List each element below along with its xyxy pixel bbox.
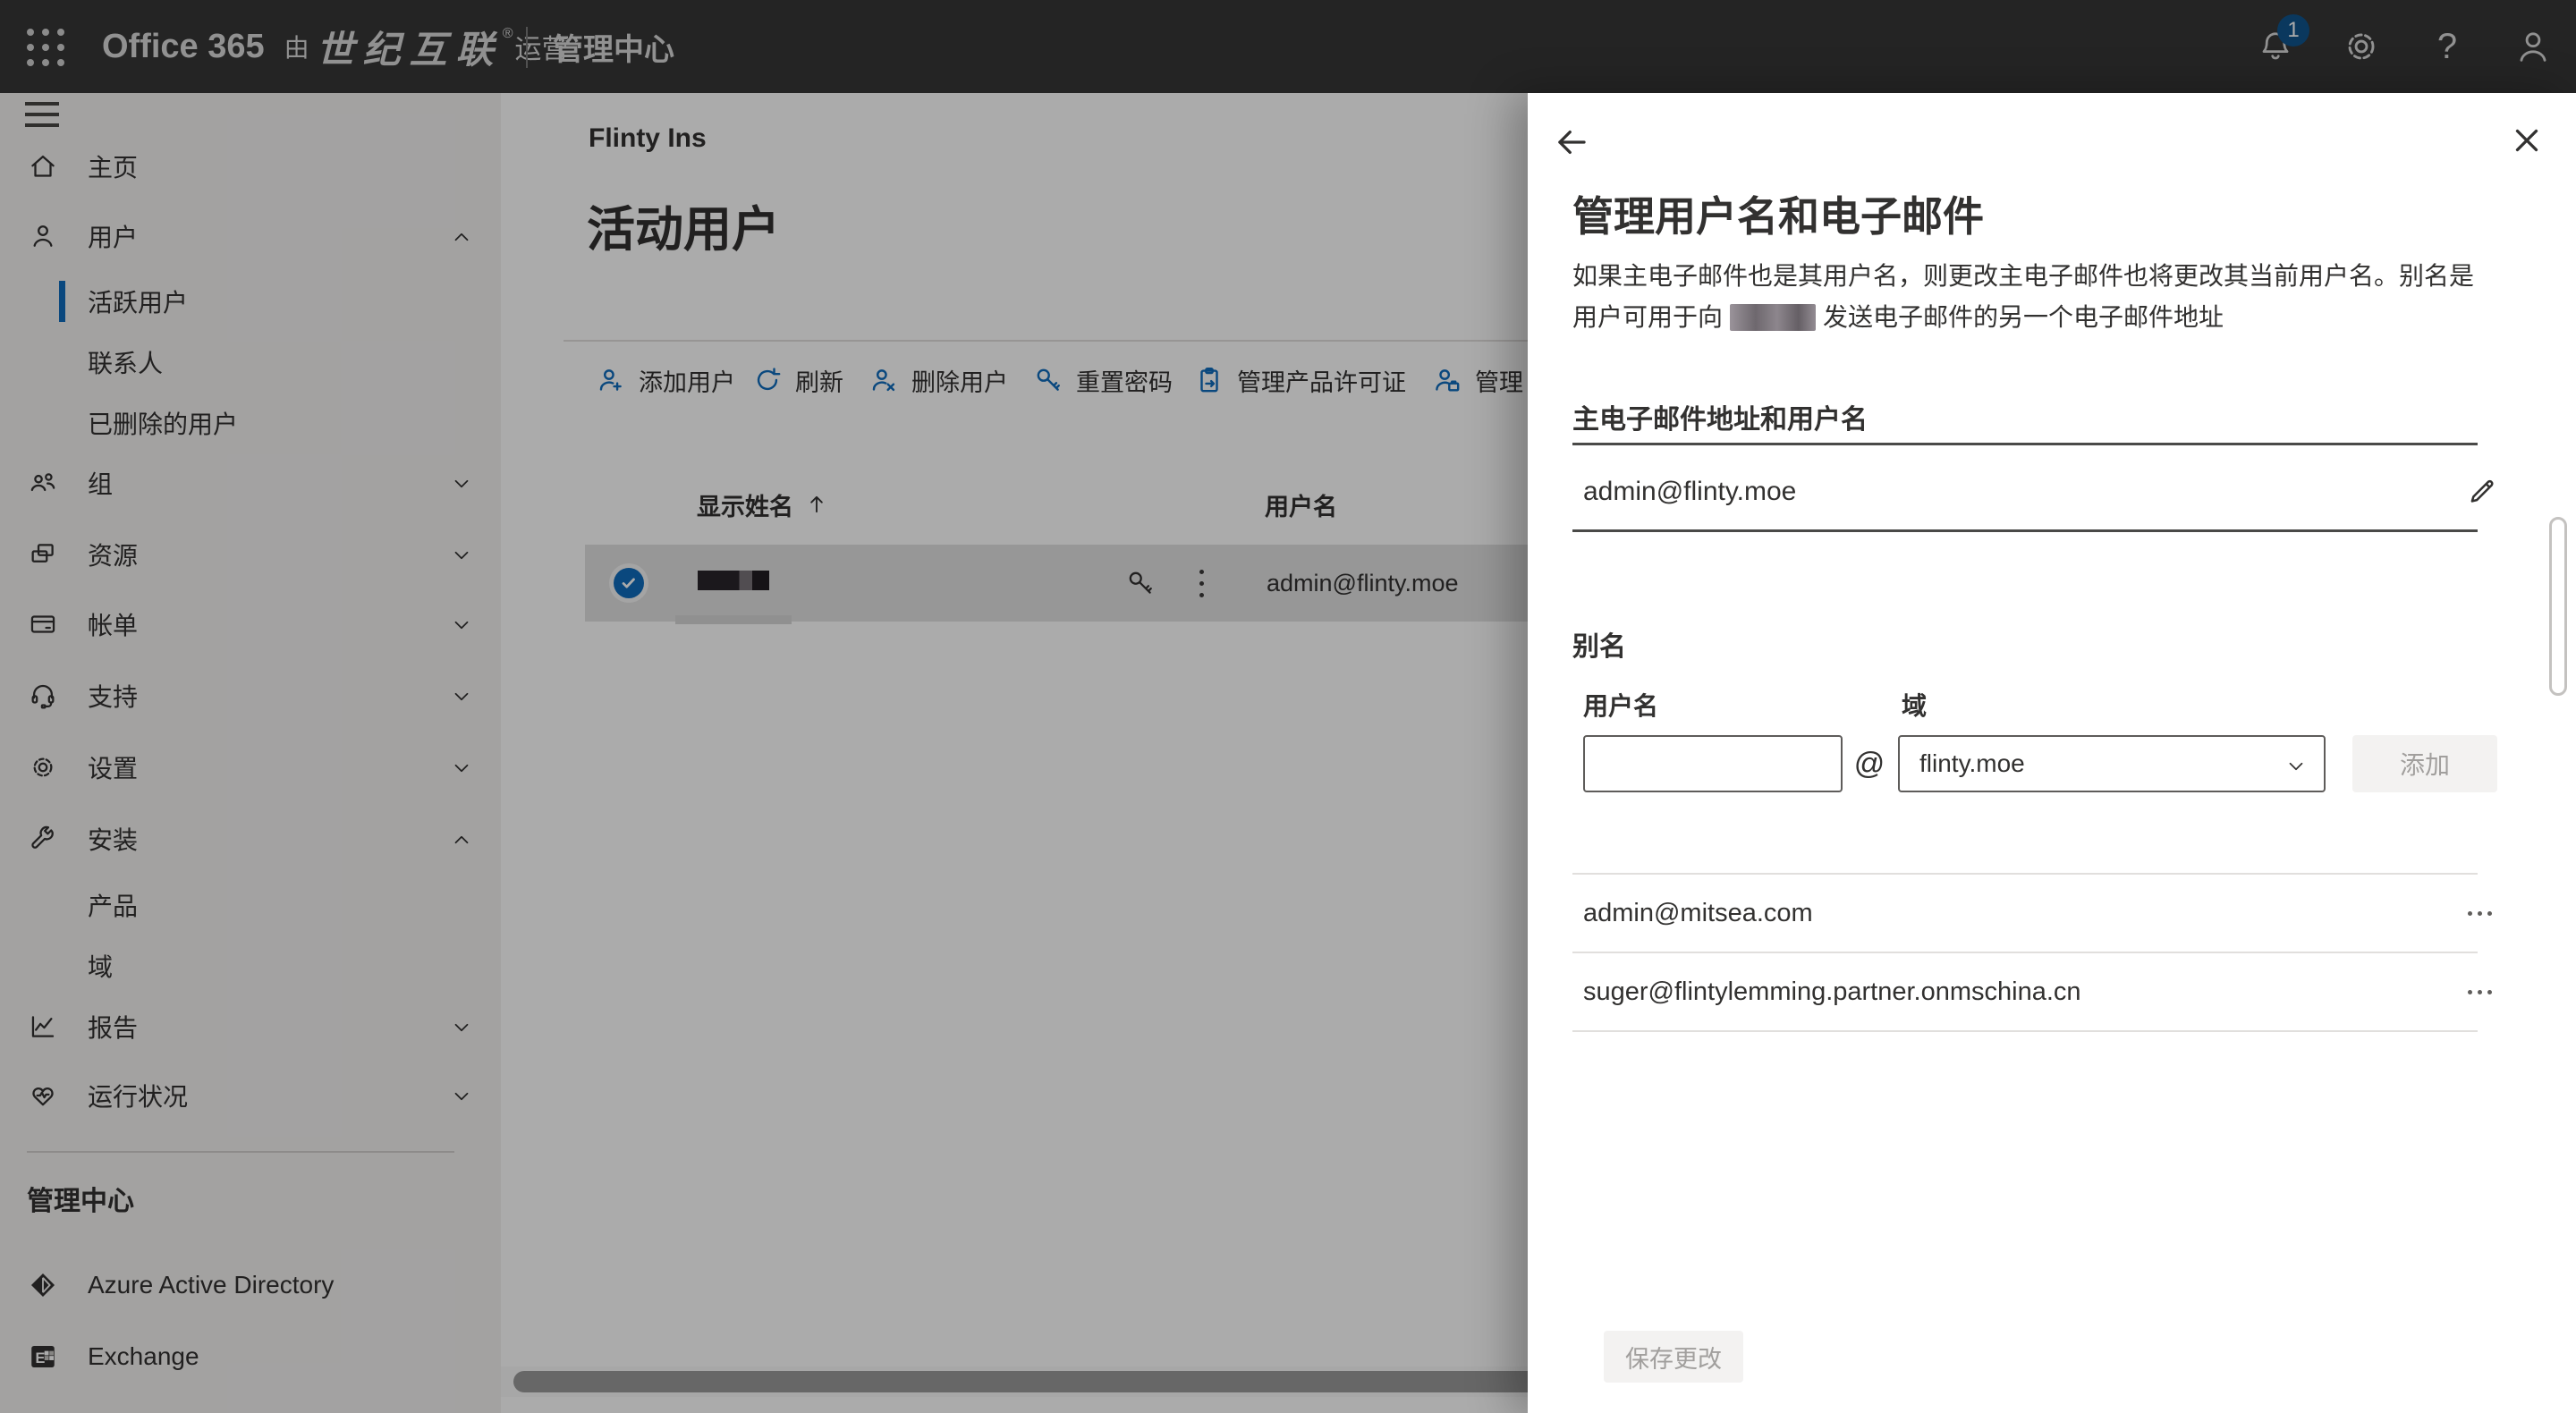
- alias-item: admin@mitsea.com: [1583, 875, 2478, 952]
- office365-admin-center: Office 365 由 世纪互联 ® 运营 管理中心 1: [0, 0, 2576, 1413]
- field-rule-top: [1572, 443, 2478, 445]
- add-alias-button[interactable]: 添加: [2352, 735, 2497, 792]
- edit-pencil-icon[interactable]: [2465, 474, 2499, 508]
- back-icon[interactable]: [1553, 123, 1590, 161]
- alias-username-label: 用户名: [1583, 687, 1658, 723]
- primary-email-heading: 主电子邮件地址和用户名: [1572, 397, 1868, 436]
- alias-more-icon[interactable]: [2458, 875, 2501, 952]
- redacted-user-name: [1730, 304, 1816, 331]
- domain-select[interactable]: flinty.moe: [1898, 735, 2326, 792]
- panel-title: 管理用户名和电子邮件: [1572, 184, 1984, 243]
- panel-description: 如果主电子邮件也是其用户名，则更改主电子邮件也将更改其当前用户名。别名是用户可用…: [1572, 256, 2478, 338]
- alias-heading: 别名: [1572, 624, 1626, 664]
- manage-email-panel: 管理用户名和电子邮件 如果主电子邮件也是其用户名，则更改主电子邮件也将更改其当前…: [1528, 93, 2576, 1413]
- chevron-down-icon: [2284, 755, 2308, 778]
- primary-email-value: admin@flinty.moe: [1583, 454, 1796, 529]
- at-sign: @: [1846, 735, 1893, 792]
- close-icon[interactable]: [2508, 122, 2546, 159]
- alias-more-icon[interactable]: [2458, 953, 2501, 1030]
- alias-list-divider: [1572, 1030, 2478, 1032]
- field-rule-bottom: [1572, 529, 2478, 532]
- alias-username-input[interactable]: [1583, 735, 1843, 792]
- save-changes-button[interactable]: 保存更改: [1604, 1331, 1743, 1383]
- vertical-scrollbar-thumb[interactable]: [2549, 517, 2567, 696]
- alias-item: suger@flintylemming.partner.onmschina.cn: [1583, 953, 2478, 1030]
- alias-domain-label: 域: [1902, 687, 1927, 723]
